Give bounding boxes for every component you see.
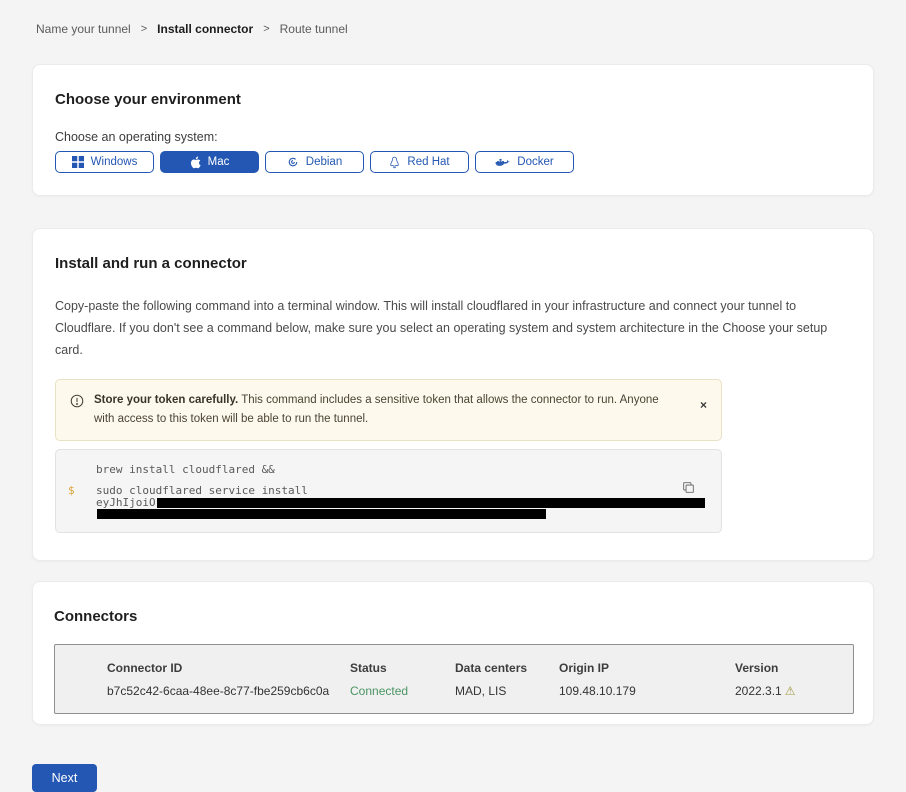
install-connector-card: Install and run a connector Copy-paste t… [32,228,874,561]
redacted-token-bar [97,509,546,519]
os-button-debian[interactable]: Debian [265,151,364,173]
os-button-mac[interactable]: Mac [160,151,259,173]
token-prefix: eyJhIjoiO [96,496,156,509]
connectors-table-header: Connector ID Status Data centers Origin … [107,661,853,675]
header-status: Status [350,661,455,675]
apple-icon [190,156,201,169]
breadcrumb-step-install-connector[interactable]: Install connector [157,22,253,36]
copy-icon[interactable] [682,481,695,497]
breadcrumb-step-route-tunnel[interactable]: Route tunnel [280,22,348,36]
breadcrumb-separator: > [263,23,269,35]
shell-prompt: $ [68,485,96,497]
os-button-windows[interactable]: Windows [55,151,154,173]
code-line-brew: brew install cloudflared && [96,464,275,476]
os-button-label: Debian [306,156,342,168]
os-button-redhat[interactable]: Red Hat [370,151,469,173]
windows-icon [72,156,84,168]
info-icon [70,394,84,413]
redhat-icon [389,156,400,169]
breadcrumb: Name your tunnel > Install connector > R… [36,22,906,36]
cell-connector-id: b7c52c42-6caa-48ee-8c77-fbe259cb6c0a [107,684,350,698]
breadcrumb-step-name-your-tunnel[interactable]: Name your tunnel [36,22,131,36]
install-command-code-block: brew install cloudflared && $sudo cloudf… [55,449,722,533]
connectors-card: Connectors Connector ID Status Data cent… [32,581,874,725]
connectors-card-title: Connectors [54,608,852,625]
warning-text-bold: Store your token carefully. [94,394,238,406]
cell-origin-ip: 109.48.10.179 [559,684,735,698]
next-button[interactable]: Next [32,764,97,792]
warning-text: Store your token carefully. This command… [94,391,669,429]
environment-card-title: Choose your environment [55,91,851,108]
cell-data-centers: MAD, LIS [455,684,559,698]
os-select-label: Choose an operating system: [55,130,851,144]
table-row: b7c52c42-6caa-48ee-8c77-fbe259cb6c0a Con… [107,684,853,698]
install-description: Copy-paste the following command into a … [55,296,851,362]
version-warning-icon: ⚠ [785,684,796,698]
install-card-title: Install and run a connector [55,255,851,272]
header-version: Version [735,661,853,675]
choose-environment-card: Choose your environment Choose an operat… [32,64,874,196]
header-data-centers: Data centers [455,661,559,675]
connectors-table: Connector ID Status Data centers Origin … [54,644,854,714]
code-line-token: eyJhIjoiO [96,497,705,509]
os-button-docker[interactable]: Docker [475,151,574,173]
token-warning-banner: Store your token carefully. This command… [55,379,722,441]
os-button-group: Windows Mac Debian Red Hat Docker [55,151,851,173]
os-button-label: Mac [208,156,230,168]
breadcrumb-separator: > [141,23,147,35]
header-origin-ip: Origin IP [559,661,735,675]
redacted-token-bar [157,498,705,508]
os-button-label: Red Hat [407,156,449,168]
os-button-label: Docker [517,156,553,168]
header-connector-id: Connector ID [107,661,350,675]
cell-version: 2022.3.1⚠ [735,684,853,698]
os-button-label: Windows [91,156,138,168]
docker-icon [495,157,510,168]
debian-icon [287,156,299,168]
status-badge: Connected [350,684,455,698]
close-icon[interactable]: × [700,399,707,411]
